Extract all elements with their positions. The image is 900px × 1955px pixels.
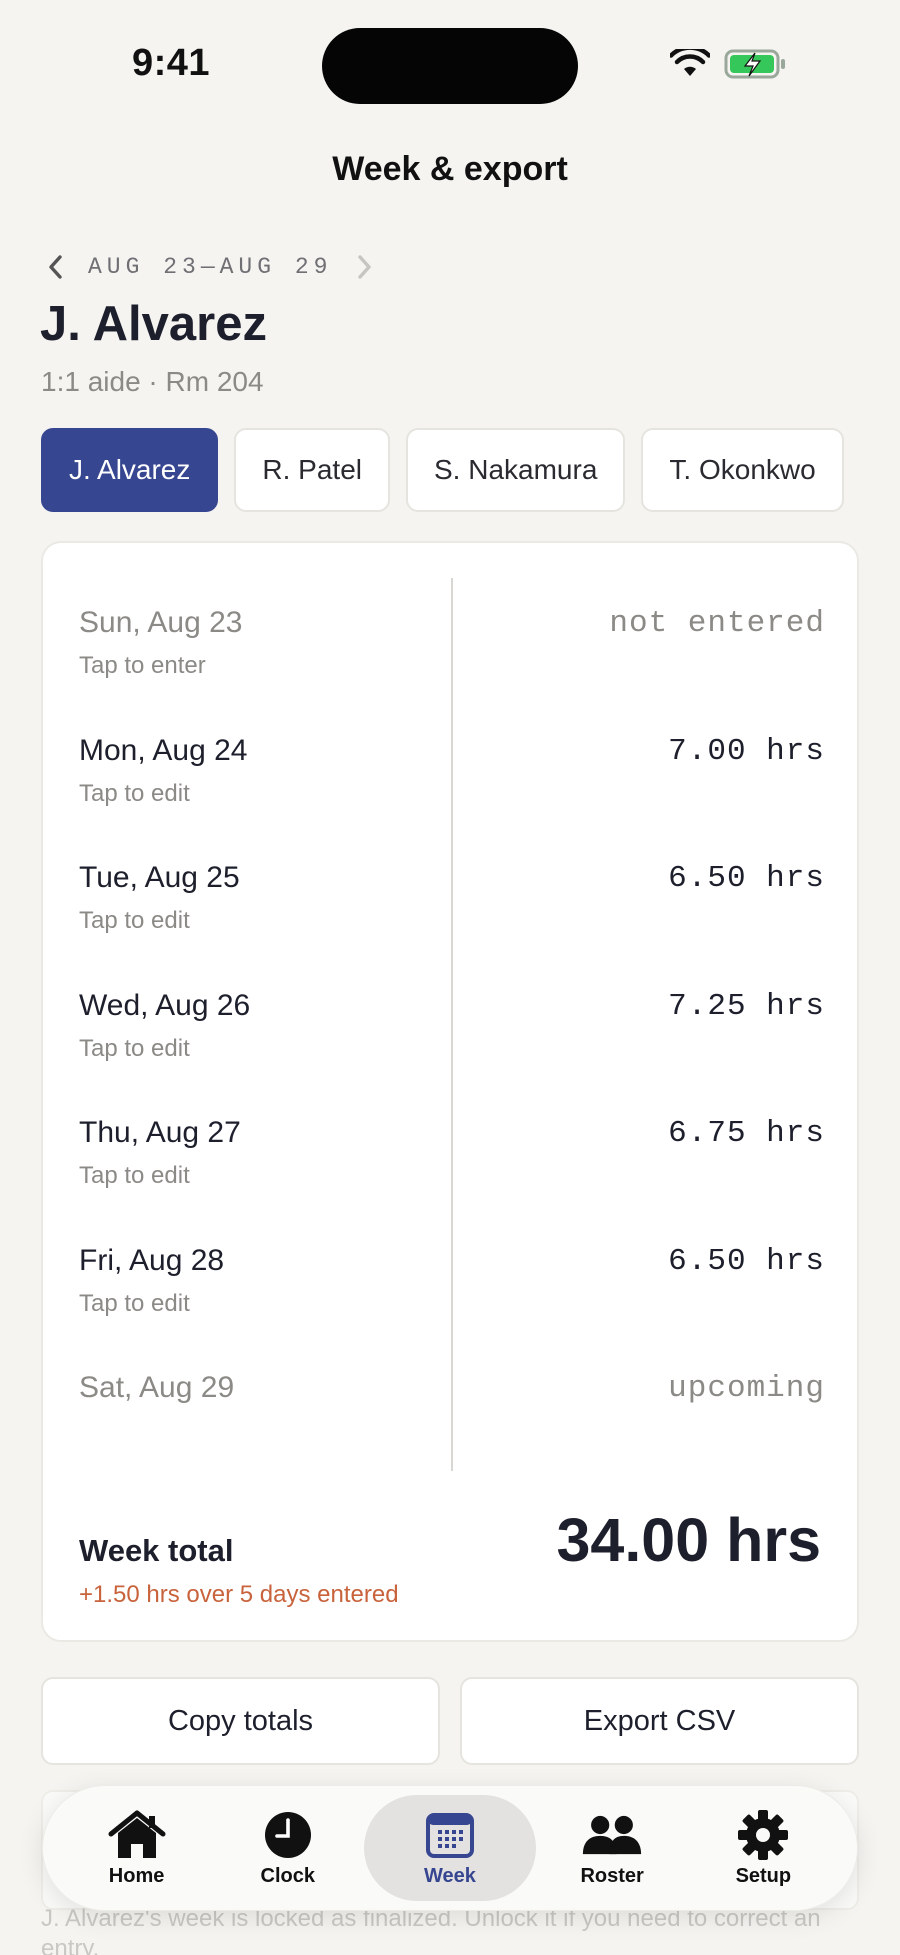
tab-label: Roster <box>580 1864 644 1887</box>
day-hint: Tap to edit <box>79 780 190 807</box>
previous-week-button[interactable] <box>40 252 70 282</box>
week-total-label: Week total <box>79 1533 234 1568</box>
week-card: Sun, Aug 23 Tap to enter not entered Mon… <box>41 541 859 1642</box>
people-tabs: J. Alvarez R. Patel S. Nakamura T. Okonk… <box>41 428 844 512</box>
tab-clock[interactable]: Clock <box>213 1795 363 1901</box>
week-range: AUG 23—AUG 29 <box>88 254 333 280</box>
calendar-icon <box>420 1809 480 1861</box>
wifi-icon <box>668 45 712 84</box>
day-row-mon[interactable]: Mon, Aug 24 Tap to edit 7.00 hrs <box>79 734 825 844</box>
copy-totals-button[interactable]: Copy totals <box>41 1677 440 1765</box>
day-label: Sat, Aug 29 <box>79 1371 235 1404</box>
day-label: Mon, Aug 24 <box>79 734 248 767</box>
person-name: J. Alvarez <box>40 297 267 351</box>
export-csv-button[interactable]: Export CSV <box>460 1677 859 1765</box>
person-chip-t-okonkwo[interactable]: T. Okonkwo <box>641 428 844 512</box>
day-label: Tue, Aug 25 <box>79 861 240 894</box>
day-label: Fri, Aug 28 <box>79 1244 225 1277</box>
tab-label: Clock <box>260 1864 316 1887</box>
tab-label: Home <box>108 1864 165 1887</box>
day-hint: Tap to enter <box>79 652 206 679</box>
person-chip-r-patel[interactable]: R. Patel <box>234 428 390 512</box>
day-row-thu[interactable]: Thu, Aug 27 Tap to edit 6.75 hrs <box>79 1116 825 1226</box>
person-chip-j-alvarez[interactable]: J. Alvarez <box>41 428 219 512</box>
day-label: Wed, Aug 26 <box>79 989 251 1022</box>
status-time: 9:41 <box>132 42 211 84</box>
tab-label: Week <box>424 1864 476 1887</box>
day-hint: Tap to edit <box>79 907 190 934</box>
person-chip-s-nakamura[interactable]: S. Nakamura <box>406 428 626 512</box>
next-week-button[interactable] <box>350 252 380 282</box>
day-hours: 6.50 hrs <box>668 861 825 896</box>
day-row-sun[interactable]: Sun, Aug 23 Tap to enter not entered <box>79 606 825 716</box>
day-hours: 6.75 hrs <box>668 1116 825 1151</box>
dynamic-island <box>322 28 578 104</box>
battery-charging-icon <box>724 48 788 85</box>
week-navigator: AUG 23—AUG 29 <box>40 252 380 282</box>
day-hours: 7.00 hrs <box>668 734 825 769</box>
tab-week[interactable]: Week <box>363 1795 536 1901</box>
export-actions: Copy totals Export CSV <box>41 1677 859 1765</box>
day-row-wed[interactable]: Wed, Aug 26 Tap to edit 7.25 hrs <box>79 989 825 1099</box>
tab-home[interactable]: Home <box>62 1795 212 1901</box>
tab-roster[interactable]: Roster <box>537 1795 687 1901</box>
lock-note: J. Alvarez's week is locked as finalized… <box>41 1905 821 1955</box>
day-hint: Tap to edit <box>79 1162 190 1189</box>
week-total-delta: +1.50 hrs over 5 days entered <box>79 1581 399 1608</box>
tab-setup[interactable]: Setup <box>688 1795 838 1901</box>
day-hours: 7.25 hrs <box>668 989 825 1024</box>
day-hours: 6.50 hrs <box>668 1244 825 1279</box>
tab-label: Setup <box>735 1864 792 1887</box>
people-icon <box>582 1809 642 1861</box>
tab-bar: Home Clock Week Roster Setup <box>42 1785 858 1911</box>
day-hint: Tap to edit <box>79 1290 190 1317</box>
day-row-tue[interactable]: Tue, Aug 25 Tap to edit 6.50 hrs <box>79 861 825 971</box>
home-icon <box>107 1809 167 1861</box>
clock-icon <box>258 1809 318 1861</box>
day-hint: Tap to edit <box>79 1035 190 1062</box>
day-label: Sun, Aug 23 <box>79 606 243 639</box>
chevron-right-icon <box>358 255 372 279</box>
chevron-left-icon <box>49 255 62 279</box>
person-subtitle: 1:1 aide · Rm 204 <box>41 366 264 397</box>
page-title: Week & export <box>332 150 568 188</box>
day-hours: upcoming <box>668 1371 825 1406</box>
day-row-fri[interactable]: Fri, Aug 28 Tap to edit 6.50 hrs <box>79 1244 825 1354</box>
day-row-sat: Sat, Aug 29 upcoming <box>79 1371 825 1481</box>
day-hours: not entered <box>609 606 825 641</box>
status-icons <box>668 45 788 85</box>
gear-icon <box>733 1809 793 1861</box>
week-total-value: 34.00 hrs <box>556 1506 821 1574</box>
day-label: Thu, Aug 27 <box>79 1116 241 1149</box>
